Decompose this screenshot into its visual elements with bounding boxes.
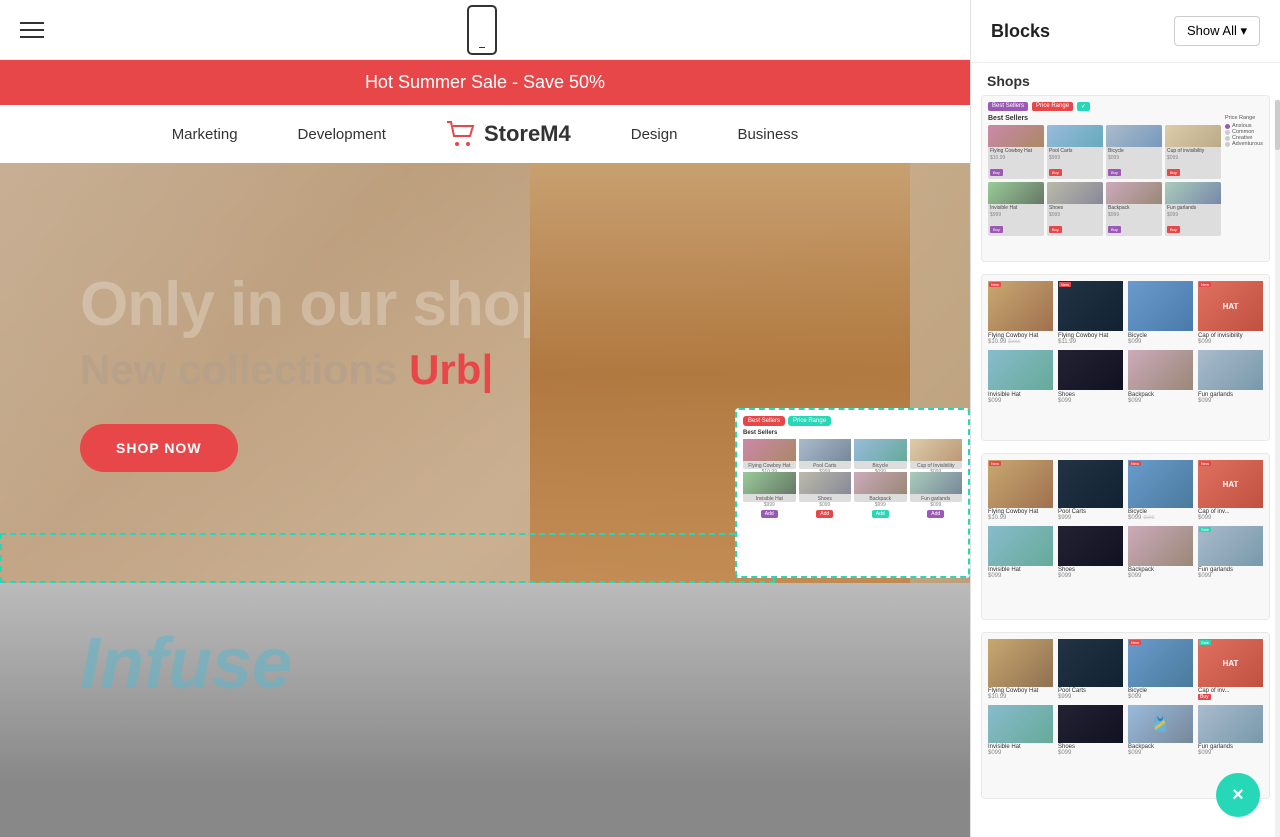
- fp-product-grid-2: Invisible Hat $999 Add Shoes $099 Add Ba…: [743, 472, 962, 502]
- fp-product-1: Flying Cowboy Hat $10.99 Add: [743, 439, 796, 469]
- block-card-3[interactable]: New Flying Cowboy Hat $10.99 Pool Carts …: [981, 453, 1270, 620]
- badge-3-1: New: [989, 461, 1001, 466]
- right-panel: Blocks Show All ▾ Shops Best Sellers Pri…: [970, 0, 1280, 837]
- hero-title: Only in our shop: [80, 274, 557, 336]
- fp-action-add-6[interactable]: Add: [816, 510, 833, 518]
- fp-product-3: Bicycle $099 Add: [854, 439, 907, 469]
- hero-section: Only in our shop New collections Urb| SH…: [0, 163, 970, 583]
- nav-design[interactable]: Design: [631, 126, 678, 143]
- panel-scrollbar: [1275, 100, 1280, 837]
- block-card-img-4: Flying Cowboy Hat $10.99 Pool Carts $999…: [982, 633, 1269, 798]
- badge-4-1: New: [1129, 640, 1141, 645]
- show-all-button[interactable]: Show All ▾: [1174, 16, 1260, 46]
- editor-toolbar: [0, 0, 970, 60]
- fp-bestsellers-label: Best Sellers: [743, 430, 962, 436]
- block-card-2[interactable]: New Flying Cowboy Hat $10.99 $xxx New Fl…: [981, 274, 1270, 441]
- website-preview: Hot Summer Sale - Save 50% Marketing Dev…: [0, 60, 970, 837]
- panel-scrollbar-thumb: [1275, 100, 1280, 150]
- block-card-img-3: New Flying Cowboy Hat $10.99 Pool Carts …: [982, 454, 1269, 619]
- fp-product-5: Invisible Hat $999 Add: [743, 472, 796, 502]
- badge-3-2: New: [1129, 461, 1141, 466]
- badge-new-3: New: [1199, 282, 1211, 287]
- fp-product-4: Cup of Invisibility $099 Add: [910, 439, 963, 469]
- panel-scroll-area[interactable]: Best Sellers Price Range ✓ Best Sellers …: [971, 95, 1280, 837]
- badge-3-4: Sale: [1199, 527, 1211, 532]
- fp-product-grid: Flying Cowboy Hat $10.99 Add Pool Carts …: [743, 439, 962, 469]
- fp-product-7: Backpack $999 Add: [854, 472, 907, 502]
- bottom-section: Infuse: [0, 583, 970, 783]
- hero-cta-button[interactable]: SHOP NOW: [80, 424, 238, 472]
- fp-best-sellers-tag: Best Sellers: [743, 416, 785, 426]
- badge-4-2: Sale: [1199, 640, 1211, 645]
- block-card-4[interactable]: Flying Cowboy Hat $10.99 Pool Carts $999…: [981, 632, 1270, 799]
- cart-icon: [446, 121, 476, 147]
- block-card-1[interactable]: Best Sellers Price Range ✓ Best Sellers …: [981, 95, 1270, 262]
- panel-section-title: Shops: [971, 63, 1280, 95]
- fp-product-6: Shoes $099 Add: [799, 472, 852, 502]
- hero-subtitle: New collections Urb|: [80, 346, 557, 394]
- bottom-text: Infuse: [0, 583, 970, 745]
- fp-product-2: Pool Carts $999 Add: [799, 439, 852, 469]
- hamburger-menu[interactable]: [20, 22, 44, 38]
- fp-action-add-8[interactable]: Add: [927, 510, 944, 518]
- block-card-img-2: New Flying Cowboy Hat $10.99 $xxx New Fl…: [982, 275, 1269, 440]
- mobile-view-toggle[interactable]: [467, 5, 497, 55]
- floating-shop-preview: Best Sellers Price Range Best Sellers Fl…: [735, 408, 970, 578]
- nav-marketing[interactable]: Marketing: [172, 126, 238, 143]
- promo-banner: Hot Summer Sale - Save 50%: [0, 60, 970, 105]
- badge-new-2: New: [1059, 282, 1071, 287]
- site-logo: StoreM4: [446, 121, 571, 147]
- site-nav: Marketing Development StoreM4 Design Bus…: [0, 105, 970, 163]
- panel-title: Blocks: [991, 21, 1050, 42]
- close-fab-button[interactable]: ×: [1216, 773, 1260, 817]
- block-card-img-1: Best Sellers Price Range ✓ Best Sellers …: [982, 96, 1269, 261]
- badge-new-1: New: [989, 282, 1001, 287]
- fp-action-add-7[interactable]: Add: [872, 510, 889, 518]
- fp-action-add-5[interactable]: Add: [761, 510, 778, 518]
- badge-3-3: New: [1199, 461, 1211, 466]
- nav-development[interactable]: Development: [298, 126, 386, 143]
- panel-header: Blocks Show All ▾: [971, 0, 1280, 63]
- fp-product-8: Fun garlands $099 Add: [910, 472, 963, 502]
- editor-area: Hot Summer Sale - Save 50% Marketing Dev…: [0, 0, 970, 837]
- nav-business[interactable]: Business: [737, 126, 798, 143]
- fp-price-range-tag: Price Range: [788, 416, 831, 426]
